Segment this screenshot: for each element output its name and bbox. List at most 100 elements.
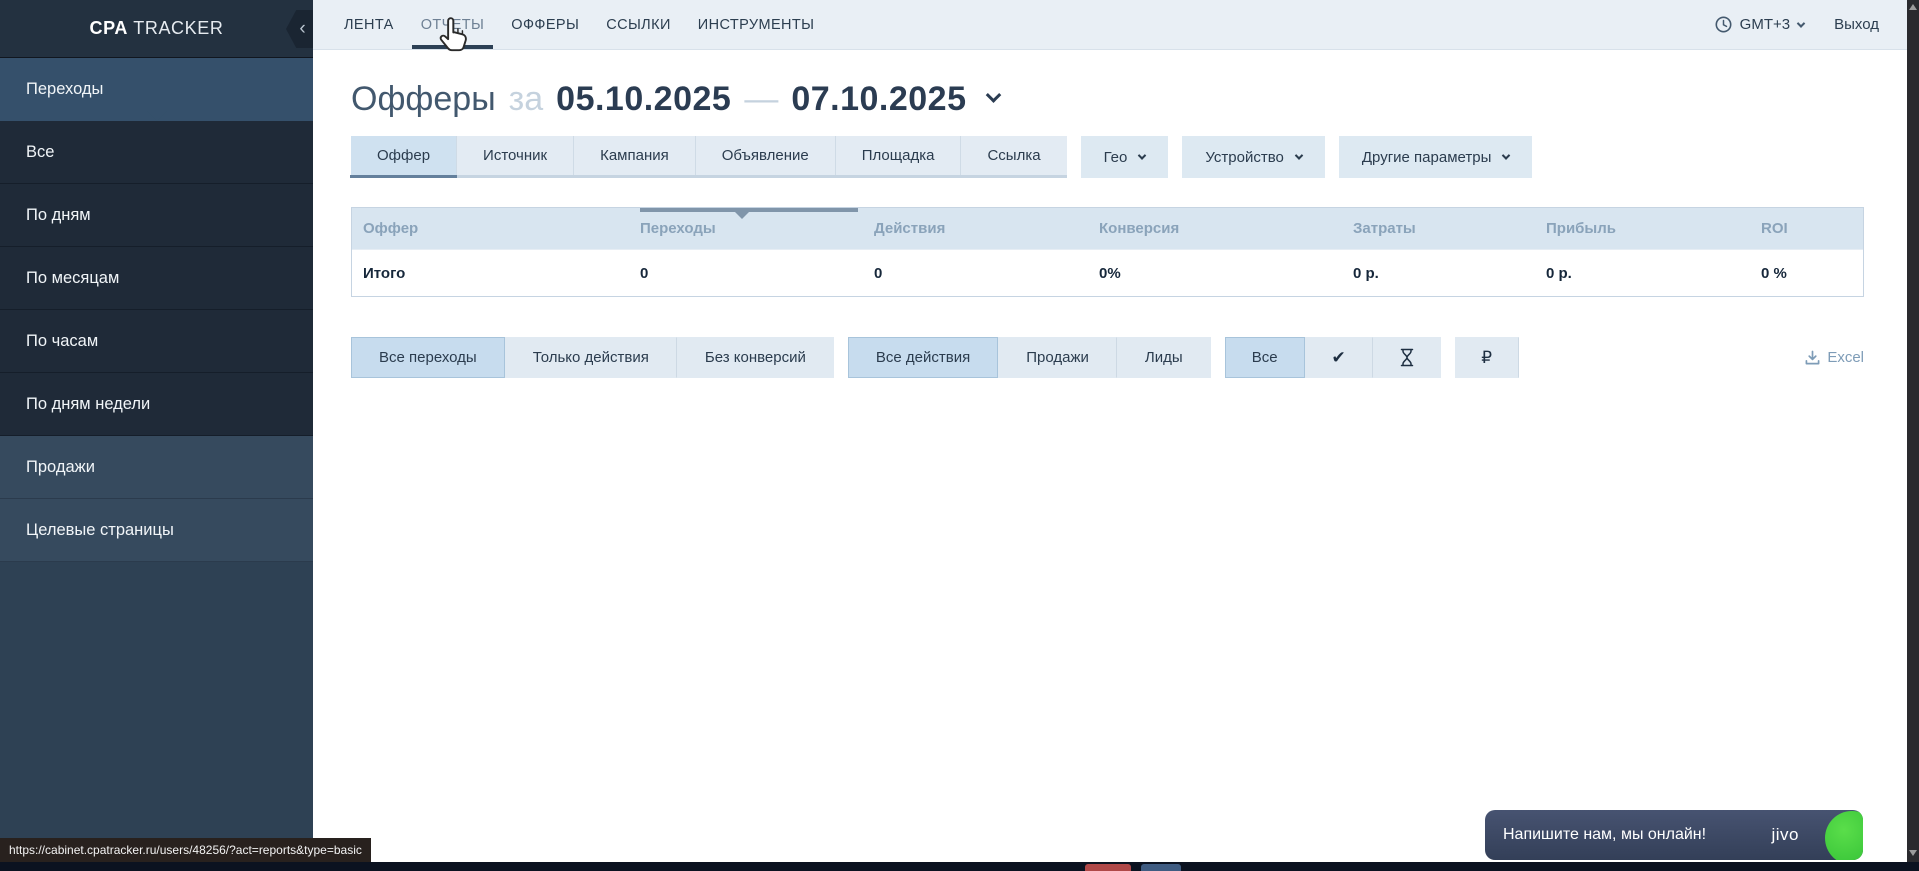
report-table: Оффер Переходы Действия Конверсия Затрат… — [351, 207, 1864, 297]
sidebar-collapse-button[interactable]: ‹ — [286, 10, 313, 48]
tab-platform[interactable]: Площадка — [836, 136, 962, 175]
sidebar-item-by-weekdays[interactable]: По дням недели — [0, 373, 313, 436]
filter-all-actions[interactable]: Все действия — [848, 337, 998, 378]
taskbar-edge — [0, 862, 1919, 871]
sidebar-item-transitions[interactable]: Переходы — [0, 58, 313, 121]
nav-tab-tools[interactable]: ИНСТРУМЕНТЫ — [698, 0, 815, 49]
nav-tab-feed[interactable]: ЛЕНТА — [344, 0, 394, 49]
filter-status-confirmed[interactable]: ✔ — [1305, 337, 1373, 378]
table-row-totals: Итого 0 0 0% 0 р. 0 р. 0 % — [352, 249, 1863, 296]
chevron-down-icon — [1797, 19, 1805, 27]
brand-rest: TRACKER — [128, 18, 224, 38]
jivo-green-leaf-icon — [1825, 811, 1863, 860]
sidebar-item-label: Переходы — [26, 80, 103, 99]
hourglass-icon — [1399, 348, 1415, 367]
date-to[interactable]: 07.10.2025 — [791, 80, 966, 119]
report-title: Офферы за 05.10.2025 — 07.10.2025 — [351, 76, 1864, 122]
sidebar-item-by-months[interactable]: По месяцам — [0, 247, 313, 310]
nav-tab-links[interactable]: ССЫЛКИ — [606, 0, 671, 49]
sidebar-item-landing-pages[interactable]: Целевые страницы — [0, 499, 313, 562]
page-title: Офферы — [351, 80, 496, 119]
totals-label: Итого — [363, 265, 640, 282]
nav-tab-offers[interactable]: ОФФЕРЫ — [511, 0, 579, 49]
brand-logo: CPA TRACKER — [90, 18, 224, 39]
scroll-up-arrow-icon[interactable] — [1909, 4, 1917, 10]
sidebar-item-label: Все — [26, 143, 54, 162]
totals-roi: 0 % — [1761, 265, 1863, 282]
chevron-left-icon: ‹ — [299, 18, 305, 40]
tab-offer[interactable]: Оффер — [351, 136, 457, 175]
device-dropdown[interactable]: Устройство — [1182, 136, 1324, 178]
totals-costs: 0 р. — [1353, 265, 1546, 282]
dropdown-label: Другие параметры — [1362, 149, 1492, 166]
column-header-conversion[interactable]: Конверсия — [1099, 208, 1353, 249]
export-excel-button[interactable]: Excel — [1805, 349, 1864, 366]
chat-message: Напишите нам, мы онлайн! — [1485, 826, 1706, 844]
filter-only-actions[interactable]: Только действия — [505, 337, 677, 378]
tab-campaign[interactable]: Кампания — [574, 136, 696, 175]
column-header-offer[interactable]: Оффер — [363, 208, 640, 249]
totals-profit: 0 р. — [1546, 265, 1761, 282]
other-params-dropdown[interactable]: Другие параметры — [1339, 136, 1533, 178]
totals-conversion: 0% — [1099, 265, 1353, 282]
title-preposition: за — [509, 80, 544, 119]
filter-status-pending[interactable] — [1373, 337, 1441, 378]
vertical-scrollbar[interactable] — [1907, 0, 1919, 862]
column-header-actions[interactable]: Действия — [874, 208, 1099, 249]
sidebar-item-label: Целевые страницы — [26, 521, 174, 540]
timezone-selector[interactable]: GMT+3 — [1715, 16, 1804, 33]
tab-source[interactable]: Источник — [457, 136, 574, 175]
totals-actions: 0 — [874, 265, 1099, 282]
date-range-chevron-icon[interactable] — [985, 87, 1001, 103]
taskbar-app-blue[interactable] — [1141, 864, 1181, 871]
filter-status-all[interactable]: Все — [1225, 337, 1305, 378]
logout-link[interactable]: Выход — [1834, 16, 1879, 33]
taskbar-app-red[interactable] — [1085, 864, 1131, 871]
sidebar-item-label: По дням — [26, 206, 91, 225]
status-filter-group: Все ✔ — [1225, 337, 1441, 378]
column-header-costs[interactable]: Затраты — [1353, 208, 1546, 249]
chevron-down-icon — [1295, 151, 1303, 159]
brand-bold: CPA — [90, 18, 128, 38]
ruble-icon: ₽ — [1481, 348, 1492, 368]
totals-transitions: 0 — [640, 265, 874, 282]
scroll-down-arrow-icon[interactable] — [1909, 850, 1917, 856]
check-icon: ✔ — [1332, 348, 1346, 368]
traffic-filter-group: Все переходы Только действия Без конверс… — [351, 337, 834, 378]
dimension-tabs-row: Оффер Источник Кампания Объявление Площа… — [351, 136, 1864, 178]
nav-tab-reports[interactable]: ОТЧЕТЫ — [421, 0, 485, 49]
column-header-roi[interactable]: ROI — [1761, 208, 1863, 249]
sidebar-header: CPA TRACKER ‹ — [0, 0, 313, 58]
date-from[interactable]: 05.10.2025 — [556, 80, 731, 119]
sidebar-item-by-hours[interactable]: По часам — [0, 310, 313, 373]
date-separator: — — [744, 80, 778, 119]
filter-sales[interactable]: Продажи — [998, 337, 1117, 378]
table-header-row: Оффер Переходы Действия Конверсия Затрат… — [352, 208, 1863, 249]
dropdown-label: Устройство — [1205, 149, 1283, 166]
geo-dropdown[interactable]: Гео — [1081, 136, 1169, 178]
tab-ad[interactable]: Объявление — [696, 136, 836, 175]
sidebar-item-label: По месяцам — [26, 269, 119, 288]
status-bar-url: https://cabinet.cpatracker.ru/users/4825… — [0, 838, 371, 862]
filter-no-conversions[interactable]: Без конверсий — [677, 337, 834, 378]
sidebar-item-by-days[interactable]: По дням — [0, 184, 313, 247]
chevron-down-icon — [1502, 151, 1510, 159]
filter-currency-ruble[interactable]: ₽ — [1455, 337, 1519, 378]
sidebar: CPA TRACKER ‹ Переходы Все По дням По ме… — [0, 0, 313, 862]
column-header-profit[interactable]: Прибыль — [1546, 208, 1761, 249]
jivo-chat-widget[interactable]: Напишите нам, мы онлайн! jivo — [1485, 810, 1863, 860]
sidebar-menu: Переходы Все По дням По месяцам По часам… — [0, 58, 313, 562]
sidebar-item-label: Продажи — [26, 458, 95, 477]
dropdown-label: Гео — [1104, 149, 1128, 166]
dimension-tab-group: Оффер Источник Кампания Объявление Площа… — [351, 136, 1067, 178]
top-nav: ЛЕНТА ОТЧЕТЫ ОФФЕРЫ ССЫЛКИ ИНСТРУМЕНТЫ G… — [313, 0, 1907, 50]
column-header-transitions[interactable]: Переходы — [640, 208, 874, 249]
tab-link[interactable]: Ссылка — [961, 136, 1066, 175]
download-icon — [1805, 350, 1820, 365]
nav-right: GMT+3 Выход — [1715, 16, 1879, 33]
main-content: Офферы за 05.10.2025 — 07.10.2025 Оффер … — [313, 50, 1907, 862]
sidebar-item-label: По часам — [26, 332, 98, 351]
sidebar-item-sales[interactable]: Продажи — [0, 436, 313, 499]
filter-all-transitions[interactable]: Все переходы — [351, 337, 505, 378]
filter-leads[interactable]: Лиды — [1117, 337, 1211, 378]
